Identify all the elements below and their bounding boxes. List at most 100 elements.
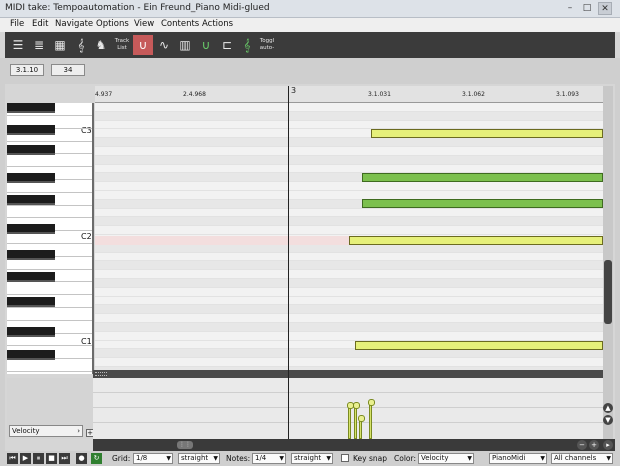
snap-icon[interactable]: ∪ [196, 35, 216, 55]
white-key[interactable] [7, 191, 92, 193]
toggle-auto-button[interactable]: Toggl auto- [257, 35, 277, 55]
white-key[interactable] [7, 115, 92, 116]
velocity-bar[interactable] [358, 415, 365, 439]
scroll-grip-icon[interactable] [95, 372, 107, 376]
horizontal-scrollbar[interactable] [93, 370, 603, 378]
timeline-ruler[interactable]: 4.937 2.4.968 3 3.1.031 3.1.062 3.1.093 [95, 86, 603, 103]
zoom-out-icon[interactable]: − [577, 440, 587, 450]
draw-mode-icon[interactable]: ∪ [133, 35, 153, 55]
loop-icon[interactable]: ↻ [91, 453, 102, 464]
velocity-bar[interactable] [347, 402, 354, 439]
white-key[interactable] [7, 140, 92, 142]
cc-curve-icon[interactable]: ∿ [154, 35, 174, 55]
stop-icon[interactable]: ■ [46, 453, 57, 464]
notes-label: Notes: [226, 454, 251, 463]
black-key[interactable] [7, 145, 55, 155]
scroll-down-icon[interactable]: ▼ [603, 415, 613, 425]
vertical-scrollbar[interactable]: ▲ ▼ [603, 86, 613, 439]
white-key[interactable] [7, 217, 92, 219]
mode-named-notes-icon[interactable]: ≣ [29, 35, 49, 55]
notation-icon[interactable]: 𝄞 [71, 35, 91, 55]
color-select[interactable]: Velocity ▼ [418, 453, 474, 464]
velocity-bar[interactable] [353, 402, 360, 439]
menu-options[interactable]: Options [96, 19, 129, 29]
black-key[interactable] [7, 224, 55, 234]
black-key[interactable] [7, 350, 55, 360]
grid-mode-select[interactable]: straight ▼ [178, 453, 220, 464]
white-key[interactable] [7, 294, 92, 296]
ruler-marker-label: 3 [291, 86, 297, 95]
play-icon[interactable]: ▶ [20, 453, 31, 464]
piano-roll-grid[interactable] [95, 103, 603, 374]
menu-view[interactable]: View [134, 19, 154, 29]
instrument-icon[interactable]: ♞ [91, 35, 111, 55]
scroll-up-icon[interactable]: ▲ [603, 403, 613, 413]
track-list-button[interactable]: Track List [112, 35, 132, 55]
minimize-button[interactable]: – [563, 2, 577, 15]
vertical-scroll-thumb[interactable] [604, 260, 612, 324]
white-key[interactable] [7, 371, 92, 372]
black-key[interactable] [7, 195, 55, 205]
black-key[interactable] [7, 272, 55, 282]
midi-note[interactable] [362, 173, 603, 182]
chevron-down-icon: ▼ [606, 455, 611, 462]
channel-select[interactable]: All channels ▼ [551, 453, 613, 464]
pause-icon[interactable]: ⏸ [33, 453, 44, 464]
black-key[interactable] [7, 173, 55, 183]
chevron-down-icon: ▼ [166, 455, 171, 462]
rewind-icon[interactable]: ⏮ [7, 453, 18, 464]
value-field[interactable]: 34 [51, 64, 85, 76]
scroll-end-icon[interactable]: ▸ [603, 440, 613, 450]
midi-note[interactable] [362, 199, 603, 208]
black-key[interactable] [7, 103, 55, 113]
grid-icon[interactable]: ▥ [175, 35, 195, 55]
key-snap-icon[interactable]: 𝄞 [237, 35, 257, 55]
white-key[interactable] [7, 307, 92, 308]
white-key[interactable] [7, 243, 92, 244]
quantize-icon[interactable]: ⊏ [217, 35, 237, 55]
midi-note[interactable] [349, 236, 603, 245]
black-key[interactable] [7, 125, 55, 135]
key-snap-checkbox[interactable] [341, 454, 349, 462]
zoom-in-icon[interactable]: + [589, 440, 599, 450]
white-key[interactable] [7, 319, 92, 321]
black-key[interactable] [7, 327, 55, 337]
white-key[interactable] [7, 268, 92, 270]
menu-actions[interactable]: Actions [202, 19, 233, 29]
playhead-cursor[interactable] [288, 86, 289, 439]
piano-keyboard[interactable]: C3 C2 C1 [7, 103, 94, 374]
velocity-lane[interactable] [93, 378, 603, 439]
white-key[interactable] [7, 345, 92, 347]
white-key[interactable] [7, 166, 92, 168]
bottom-scrollbar[interactable]: ⋮⋮ − + ▸ [93, 439, 615, 451]
horizontal-scroll-thumb[interactable]: ⋮⋮ [177, 441, 193, 449]
forward-icon[interactable]: ⏭ [59, 453, 70, 464]
maximize-button[interactable]: □ [580, 2, 594, 15]
menu-contents[interactable]: Contents [161, 19, 199, 29]
grid-select[interactable]: 1/8 ▼ [133, 453, 173, 464]
menu-file[interactable]: File [10, 19, 24, 29]
mode-event-list-icon[interactable]: ▦ [50, 35, 70, 55]
midi-note[interactable] [355, 341, 603, 350]
position-field[interactable]: 3.1.10 [10, 64, 44, 76]
grid-lane [95, 358, 603, 367]
menu-navigate[interactable]: Navigate [55, 19, 93, 29]
notes-mode-select[interactable]: straight ▼ [291, 453, 333, 464]
menu-bar: File Edit Navigate Options View Contents… [0, 18, 620, 32]
black-key[interactable] [7, 297, 55, 307]
grid-lane [95, 138, 603, 147]
notes-select[interactable]: 1/4 ▼ [252, 453, 286, 464]
close-button[interactable]: ✕ [598, 2, 612, 15]
record-icon[interactable]: ● [76, 453, 87, 464]
key-snap-label: Key snap [353, 454, 387, 463]
keymap-select[interactable]: PianoMidi ▼ [489, 453, 547, 464]
mode-piano-roll-icon[interactable]: ☰ [8, 35, 28, 55]
menu-edit[interactable]: Edit [32, 19, 48, 29]
cc-lane-selector[interactable]: Velocity › [9, 425, 83, 437]
grid-lane [95, 147, 603, 156]
midi-note[interactable] [371, 129, 603, 138]
velocity-bar[interactable] [368, 399, 375, 439]
ruler-label: 3.1.062 [462, 91, 485, 98]
grid-lane [95, 332, 603, 341]
black-key[interactable] [7, 250, 55, 260]
